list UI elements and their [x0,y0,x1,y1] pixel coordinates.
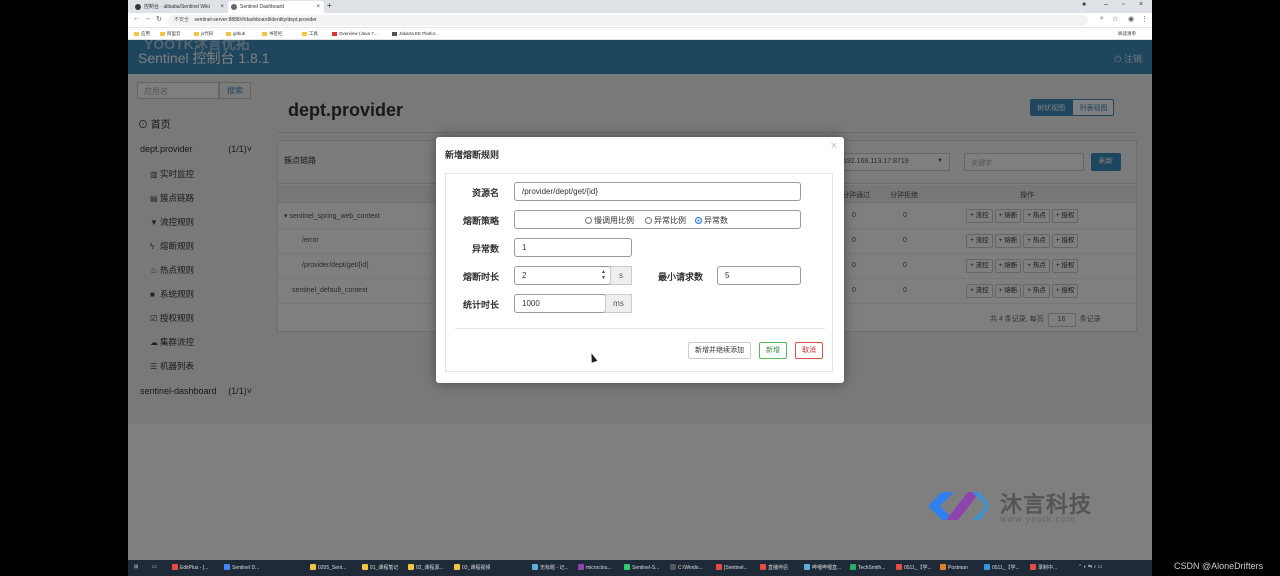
stat-interval-label: 统计时长 [462,300,499,310]
reload-icon[interactable]: ↻ [156,15,162,23]
bookmark-item[interactable]: Overview (Java 7... [332,31,378,36]
taskbar-item[interactable]: 哔哩哔哩直... [804,564,841,571]
radio-icon [645,217,652,224]
add-button[interactable]: 新增 [759,342,787,359]
taskbar-item[interactable]: 0511_【学... [896,564,932,571]
credit-text: CSDN @AloneDrifters [1174,561,1264,571]
profile-icon[interactable]: ● [1082,1,1086,8]
url-text: sentinel-server:8888/#/dashboard/identit… [194,17,317,23]
taskbar-item[interactable]: C:\Windo... [670,564,703,571]
cancel-button[interactable]: 取消 [795,342,823,359]
start-icon[interactable]: ⊞ [134,564,138,570]
tab-label: Sentinel Dashboard [240,4,284,10]
radio-exception-count[interactable]: 异常数 [695,215,728,226]
taskbar-item[interactable]: microclou... [578,564,612,571]
resource-label: 资源名 [471,188,499,198]
browser-tab-bar: 控制台 · alibaba/Sentinel Wiki × Sentinel D… [128,0,1152,13]
add-and-continue-button[interactable]: 新增并继续添加 [688,342,751,359]
insecure-label: 不安全 [174,17,190,23]
browser-tab-sentinel-wiki[interactable]: 控制台 · alibaba/Sentinel Wiki × [132,1,228,13]
screen: 控制台 · alibaba/Sentinel Wiki × Sentinel D… [128,0,1152,576]
count-field[interactable]: 1 [514,238,632,257]
bookmark-item[interactable]: 工具 [302,31,318,37]
divider [455,328,825,329]
taskbar-item[interactable]: 02_课程源... [408,564,444,571]
dialog-title: 新增熔断规则 [445,150,500,160]
taskbar-item[interactable]: 01_课程笔记 [362,564,398,571]
close-tab-icon[interactable]: × [316,1,320,13]
dialog-form: 资源名 /provider/dept/get/{id} 熔断策略 慢调用比例 异… [445,173,833,372]
star-icon[interactable]: ☆ [1112,15,1118,23]
resource-field[interactable]: /provider/dept/get/{id} [514,182,801,201]
strategy-label: 熔断策略 [462,216,499,226]
stat-interval-field[interactable]: 1000 [514,294,606,313]
bookmarks-bar: 应用 阿里云 js代码 github 书签栏 工具 Overview (Java… [128,28,1152,40]
taskbar-item[interactable]: 直播伴侣 [760,564,788,571]
count-label: 异常数 [471,244,499,254]
stat-unit: ms [605,294,632,313]
taskbar-item[interactable]: 0205_Sent... [310,564,346,571]
taskbar-item[interactable]: 03_课程视频 [454,564,490,571]
browser-tab-sentinel-dashboard[interactable]: Sentinel Dashboard × [228,1,324,13]
github-icon [135,4,141,10]
taskbar-item[interactable]: EditPlus - [... [172,564,208,571]
strategy-radio-group: 慢调用比例 异常比例 异常数 [514,210,801,229]
window-close-icon[interactable]: × [1139,1,1143,8]
account-icon[interactable]: ◉ [1128,15,1134,23]
radio-slow-ratio[interactable]: 慢调用比例 [585,215,634,226]
bookmark-item[interactable]: 书签栏 [262,31,283,37]
taskbar-item[interactable]: 0511_【学... [984,564,1020,571]
radio-exception-ratio[interactable]: 异常比例 [645,215,686,226]
zoom-icon[interactable]: ⌕ [1100,15,1104,23]
taskbar-item[interactable]: Sentinel D... [224,564,259,571]
radio-icon [585,217,592,224]
system-tray[interactable]: ⌃ ◐ ⇆ ♪ ▭ [1078,564,1102,570]
reading-list[interactable]: 阅读清单 [1118,31,1136,37]
time-window-label: 熔断时长 [462,272,499,282]
task-view-icon[interactable]: ▭ [152,564,157,570]
globe-icon [231,4,237,10]
stepper-icon: ▲ ▼ [601,269,606,281]
radio-selected-icon [695,217,702,224]
taskbar-item[interactable]: [Sentinel... [716,564,748,571]
taskbar-item[interactable]: Sentinel-S... [624,564,659,571]
minimize-icon[interactable]: – [1104,1,1108,8]
new-tab-button[interactable]: + [327,1,332,10]
forward-icon[interactable]: → [144,15,151,22]
time-unit: s [610,266,632,285]
min-request-label: 最小请求数 [657,272,703,282]
taskbar-item[interactable]: 无标题 - 记... [532,564,569,571]
brand-logo-icon [928,492,990,520]
restore-icon[interactable]: ▫ [1122,1,1124,8]
back-icon[interactable]: ← [133,15,140,22]
brand-url: www.yootk.com [1000,514,1076,524]
address-bar: ← → ↻ 不安全 sentinel-server:8888/#/dashboa… [128,13,1152,28]
bookmark-item[interactable]: Jakarta EE Platfor... [392,31,439,36]
url-field[interactable]: 不安全 sentinel-server:8888/#/dashboard/ide… [168,15,1088,26]
time-window-field[interactable]: 2 ▲ ▼ [514,266,611,285]
close-tab-icon[interactable]: × [220,1,224,13]
min-request-field[interactable]: 5 [717,266,801,285]
tab-label: 控制台 · alibaba/Sentinel Wiki [144,4,210,10]
add-degrade-rule-dialog: 新增熔断规则 × 资源名 /provider/dept/get/{id} 熔断策… [436,137,844,383]
taskbar: ⊞ ▭ EditPlus - [... Sentinel D... 0205_S… [128,560,1152,576]
taskbar-item[interactable]: TechSmith... [850,564,886,571]
close-icon[interactable]: × [831,140,837,152]
taskbar-item[interactable]: 录制中... [1030,564,1057,571]
taskbar-item[interactable]: Postman [940,564,968,571]
menu-icon[interactable]: ⋮ [1141,15,1148,23]
